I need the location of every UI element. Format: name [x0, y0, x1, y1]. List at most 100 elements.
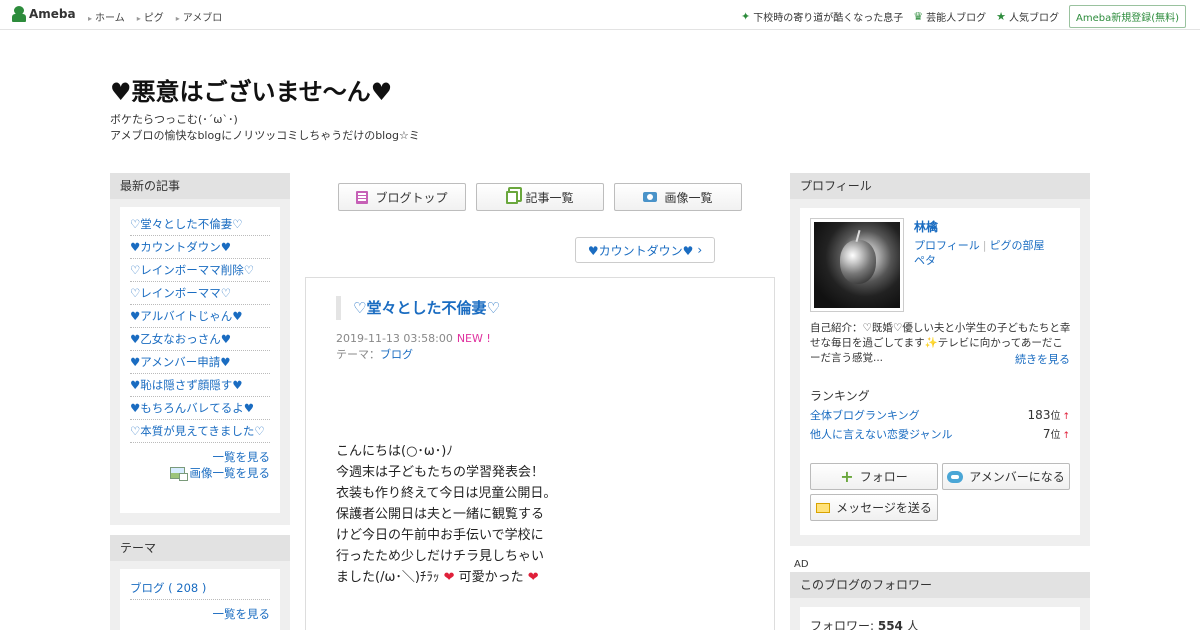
- read-more-link[interactable]: 続きを見る: [1015, 351, 1070, 367]
- message-button[interactable]: メッセージを送る: [810, 494, 938, 521]
- theme-more-link[interactable]: 一覧を見る: [130, 606, 271, 622]
- celebrity-blog-link[interactable]: ♛ 芸能人ブログ: [913, 9, 986, 24]
- article-text: ました(/ω･＼)ﾁﾗｯ: [336, 570, 440, 585]
- article: ♡堂々とした不倫妻♡ 2019-11-13 03:58:00 NEW ! テーマ：…: [305, 277, 775, 630]
- article-line: けど今日の午前中お手伝いで学校に: [336, 528, 544, 543]
- recent-article-link[interactable]: ♥アメンバー申請♥: [130, 351, 270, 374]
- camera-icon: [643, 192, 658, 202]
- recent-article-link[interactable]: ♥アルバイトじゃん♥: [130, 305, 270, 328]
- followers-count: フォロワー: 554 人: [800, 607, 1080, 630]
- documents-icon: [506, 190, 519, 204]
- recent-article-link[interactable]: ♥乙女なおっさん♥: [130, 328, 270, 351]
- profile-link[interactable]: プロフィール: [914, 239, 980, 252]
- follow-label: フォロー: [859, 470, 908, 484]
- new-badge: NEW !: [456, 332, 491, 345]
- follow-button[interactable]: + フォロー: [810, 463, 938, 490]
- article-list-label: 記事一覧: [525, 190, 574, 205]
- followers-heading: このブログのフォロワー: [790, 572, 1090, 598]
- nav-pig[interactable]: ▸ ピグ: [137, 9, 164, 24]
- popular-blog-link[interactable]: ★ 人気ブログ: [996, 9, 1059, 24]
- next-article-label: ♥カウントダウン♥: [587, 243, 694, 258]
- nav-ameblo-label: アメブロ: [182, 13, 223, 24]
- followers-box: フォロワー: 554 人: [790, 598, 1090, 630]
- theme-heading: テーマ: [110, 535, 290, 561]
- trending-topic-label: 下校時の寄り道が酷くなった息子: [753, 13, 904, 24]
- ad-label: AD: [794, 559, 809, 570]
- recent-article-link[interactable]: ♡本質が見えてきました♡: [130, 420, 270, 443]
- clover-icon: ✦: [741, 10, 751, 23]
- arrow-up-icon: ↑: [1062, 431, 1070, 441]
- article-title[interactable]: ♡堂々とした不倫妻♡: [336, 296, 500, 320]
- profile-heading: プロフィール: [790, 173, 1090, 199]
- theme-box: ブログ ( 208 ) 一覧を見る: [110, 561, 290, 630]
- chevron-right-icon: ›: [697, 243, 703, 257]
- message-label: メッセージを送る: [836, 501, 932, 515]
- apple-photo: [814, 222, 900, 308]
- nav-home[interactable]: ▸ ホーム: [88, 9, 125, 24]
- followers-number: 554: [877, 619, 903, 630]
- global-header: Ameba ▸ ホーム ▸ ピグ ▸ アメブロ ✦ 下校時の寄り道が酷くなった息子 ♛ 芸…: [0, 0, 1200, 30]
- recent-articles-box: ♡堂々とした不倫妻♡ ♥カウントダウン♥ ♡レインボーママ削除♡ ♡レインボーマ…: [110, 199, 290, 525]
- image-list-button[interactable]: 画像一覧: [614, 183, 742, 211]
- blog-top-button[interactable]: ブログトップ: [338, 183, 466, 211]
- recent-article-link[interactable]: ♥恥は隠さず顔隠す♥: [130, 374, 270, 397]
- envelope-icon: [816, 502, 831, 513]
- link-separator: |: [982, 239, 987, 252]
- article-list-button[interactable]: 記事一覧: [476, 183, 604, 211]
- blog-title[interactable]: ♥悪意はございませ～ん♥: [110, 72, 392, 107]
- overall-ranking-link[interactable]: 全体ブログランキング: [810, 407, 920, 423]
- star-icon: ★: [996, 10, 1006, 23]
- blog-description-line: ボケたらつっこむ(･´ω`･): [110, 113, 238, 126]
- pig-room-link[interactable]: ピグの部屋: [990, 239, 1045, 252]
- heart-icon: ❤: [527, 570, 539, 585]
- amember-button[interactable]: アメンバーになる: [942, 463, 1070, 490]
- profile-card: 林檎 プロフィール | ピグの部屋 ペタ 自己紹介：♡既婚♡優しい夫と小学生の子ども…: [800, 208, 1080, 535]
- nav-ameblo[interactable]: ▸ アメブロ: [176, 9, 223, 24]
- image-gallery-icon: [169, 467, 188, 481]
- ranking-value: 183位 ↑: [1028, 407, 1070, 423]
- plus-icon: +: [840, 467, 854, 486]
- recent-article-link[interactable]: ♡レインボーママ削除♡: [130, 259, 270, 282]
- blog-description-line: アメブロの愉快なblogにノリツッコミしちゃうだけのblog☆ミ: [110, 129, 420, 142]
- theme-label: テーマ：: [336, 348, 380, 361]
- article-body: こんにちは(○･ω･)ﾉ 今週末は子どもたちの学習発表会！ 衣装も作り終えて今日…: [336, 441, 556, 588]
- ranking-value: 7位 ↑: [1043, 426, 1070, 442]
- ameba-logo[interactable]: Ameba: [12, 6, 76, 22]
- followers-label: フォロワー:: [810, 619, 878, 630]
- celebrity-blog-label: 芸能人ブログ: [926, 13, 987, 24]
- recent-article-link[interactable]: ♥もちろんバレてるよ♥: [130, 397, 270, 420]
- article-theme-link[interactable]: ブログ: [380, 348, 413, 361]
- chevron-right-icon: ▸: [88, 14, 93, 23]
- genre-ranking-link[interactable]: 他人に言えない恋愛ジャンル: [810, 426, 952, 442]
- article-meta: 2019-11-13 03:58:00 NEW ! テーマ：ブログ: [336, 331, 491, 363]
- crown-icon: ♛: [913, 10, 924, 23]
- image-list-link[interactable]: 画像一覧を見る: [130, 465, 270, 481]
- global-nav: ▸ ホーム ▸ ピグ ▸ アメブロ: [88, 9, 222, 24]
- recent-articles-heading: 最新の記事: [110, 173, 290, 199]
- logo-text: Ameba: [29, 7, 76, 21]
- image-list-btn-label: 画像一覧: [664, 190, 713, 205]
- recent-article-link[interactable]: ♥カウントダウン♥: [130, 236, 270, 259]
- theme-link[interactable]: ブログ ( 208 ): [130, 575, 270, 600]
- register-button[interactable]: Ameba新規登録(無料): [1068, 5, 1186, 28]
- recent-articles-list: ♡堂々とした不倫妻♡ ♥カウントダウン♥ ♡レインボーママ削除♡ ♡レインボーマ…: [120, 207, 280, 513]
- recent-article-link[interactable]: ♡堂々とした不倫妻♡: [130, 213, 270, 236]
- ameba-logo-icon: [12, 6, 26, 22]
- peta-link[interactable]: ペタ: [914, 254, 936, 267]
- arrow-up-icon: ↑: [1062, 412, 1070, 422]
- heart-icon: ❤: [443, 570, 455, 585]
- recent-article-link[interactable]: ♡レインボーママ♡: [130, 282, 270, 305]
- global-links: ✦ 下校時の寄り道が酷くなった息子 ♛ 芸能人ブログ ★ 人気ブログ Ameba新規登…: [741, 5, 1186, 28]
- article-line: こんにちは(○･ω･)ﾉ: [336, 444, 453, 459]
- blog-description: ボケたらつっこむ(･´ω`･) アメブロの愉快なblogにノリツッコミしちゃうだ…: [110, 112, 420, 144]
- ranking-row: 全体ブログランキング 183位 ↑: [810, 407, 1070, 423]
- recent-more-link[interactable]: 一覧を見る: [130, 449, 271, 465]
- avatar[interactable]: [810, 218, 904, 312]
- article-line: 今週末は子どもたちの学習発表会！: [336, 465, 545, 480]
- next-article-button[interactable]: ♥カウントダウン♥ ›: [575, 237, 715, 263]
- profile-name[interactable]: 林檎: [914, 218, 938, 235]
- trending-topic-link[interactable]: ✦ 下校時の寄り道が酷くなった息子: [741, 9, 903, 24]
- article-line: 保護者公開日は夫と一緒に観覧する: [336, 507, 545, 522]
- article-line: 衣装も作り終えて今日は児童公開日。: [336, 486, 557, 501]
- article-line: 行ったため少しだけチラ見しちゃい: [336, 549, 545, 564]
